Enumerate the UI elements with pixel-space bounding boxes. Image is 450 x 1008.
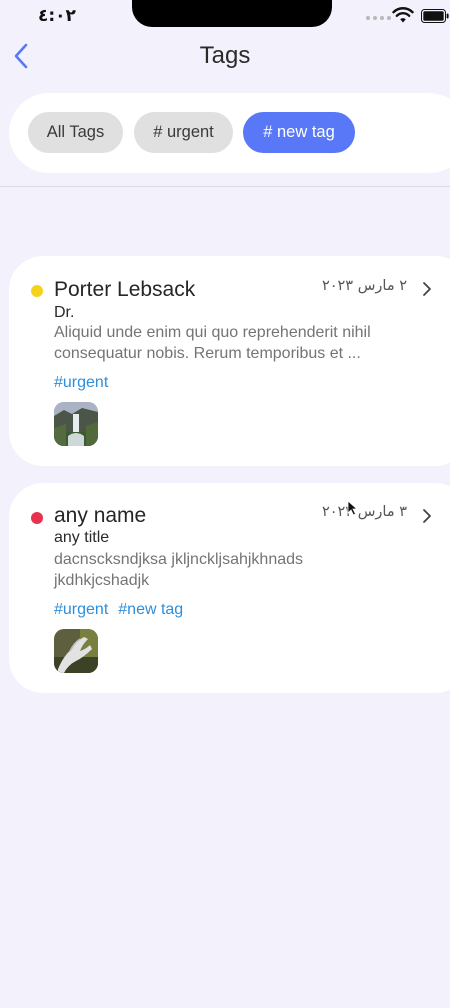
tag-filter-bar: All Tags # urgent # new tag (9, 93, 450, 173)
note-tags: #urgent #new tag (54, 601, 183, 619)
waterfall-thumbnail[interactable] (54, 402, 98, 446)
tags-screen: ٤:٠٢ Tags All Tags # urgent # new tag Po… (0, 0, 450, 1008)
note-date: ٢ مارس ٢٠٢٣ (321, 278, 407, 294)
waterfall-photo-icon (54, 402, 98, 446)
note-tag-link[interactable]: #urgent (54, 374, 108, 392)
mouse-cursor-icon (347, 500, 359, 516)
battery-icon (421, 9, 449, 23)
chevron-right-icon (423, 282, 431, 296)
status-time: ٤:٠٢ (38, 6, 76, 26)
note-name: Porter Lebsack (54, 278, 196, 301)
tag-chip-all[interactable]: All Tags (28, 112, 123, 153)
chevron-right-icon (423, 509, 431, 523)
tag-chip-new-tag[interactable]: # new tag (243, 112, 355, 153)
hand-thumbnail[interactable] (54, 629, 98, 673)
note-body: dacnscksndjksa jkljnckljsahjkhnads jkdhk… (54, 551, 304, 589)
note-card[interactable]: Porter Lebsack ٢ مارس ٢٠٢٣ Dr. Aliquid u… (9, 256, 450, 466)
note-title: any title (54, 529, 110, 546)
note-color-dot (31, 512, 43, 524)
note-body: Aliquid unde enim qui quo reprehenderit … (54, 324, 371, 362)
note-tag-link[interactable]: #urgent (54, 601, 108, 619)
status-bar: ٤:٠٢ (0, 0, 450, 34)
page-title: Tags (199, 42, 251, 69)
tag-chip-urgent[interactable]: # urgent (134, 112, 233, 153)
note-card[interactable]: any name ٣ مارس ٢٠٢٣ any title dacnscksn… (9, 483, 450, 693)
wifi-icon (392, 7, 414, 23)
header-divider (0, 186, 450, 187)
navigation-header: Tags (0, 34, 450, 78)
note-title: Dr. (54, 304, 75, 321)
note-tags: #urgent (54, 374, 108, 392)
note-date: ٣ مارس ٢٠٢٣ (321, 504, 407, 520)
note-tag-link[interactable]: #new tag (118, 601, 183, 619)
note-color-dot (31, 285, 43, 297)
device-notch (132, 0, 332, 27)
cellular-signal-icon (366, 16, 391, 20)
hand-photo-icon (54, 629, 98, 673)
note-name: any name (54, 504, 147, 527)
